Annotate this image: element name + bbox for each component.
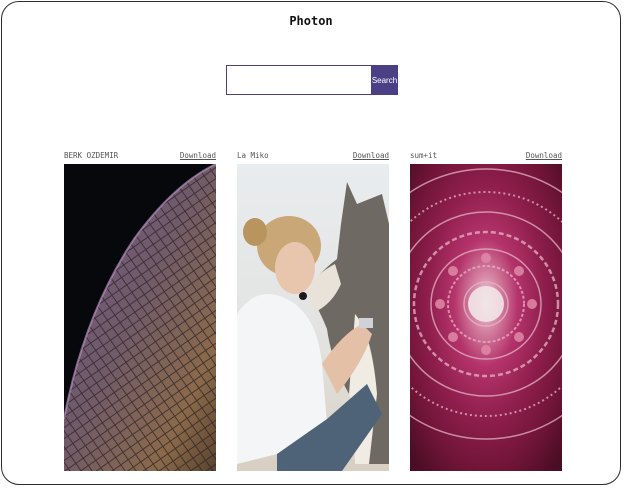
app-window: Photon Search BERK OZDEMIR Download La M…	[1, 1, 621, 485]
download-link[interactable]: Download	[526, 151, 562, 160]
photo-author: BERK OZDEMIR	[64, 150, 119, 160]
photo-card: La Miko Download	[237, 150, 389, 471]
photo-card: sum+it Download	[410, 150, 562, 471]
mandala-photo-graphic	[410, 164, 562, 471]
photo-image[interactable]	[64, 164, 216, 471]
photo-card-header: BERK OZDEMIR Download	[64, 150, 216, 160]
download-link[interactable]: Download	[180, 151, 216, 160]
photo-card: BERK OZDEMIR Download	[64, 150, 216, 471]
building-photo-graphic	[64, 164, 216, 471]
photo-card-header: La Miko Download	[237, 150, 389, 160]
photo-author: sum+it	[410, 150, 438, 160]
app-title: Photon	[289, 14, 333, 28]
photo-card-header: sum+it Download	[410, 150, 562, 160]
photo-author: La Miko	[237, 150, 269, 160]
search-input[interactable]	[226, 65, 371, 95]
photo-image[interactable]	[410, 164, 562, 471]
photo-image[interactable]	[237, 164, 389, 471]
search-button[interactable]: Search	[371, 65, 398, 95]
download-link[interactable]: Download	[353, 151, 389, 160]
woman-dog-photo-graphic	[237, 164, 389, 471]
search-bar: Search	[226, 65, 398, 95]
